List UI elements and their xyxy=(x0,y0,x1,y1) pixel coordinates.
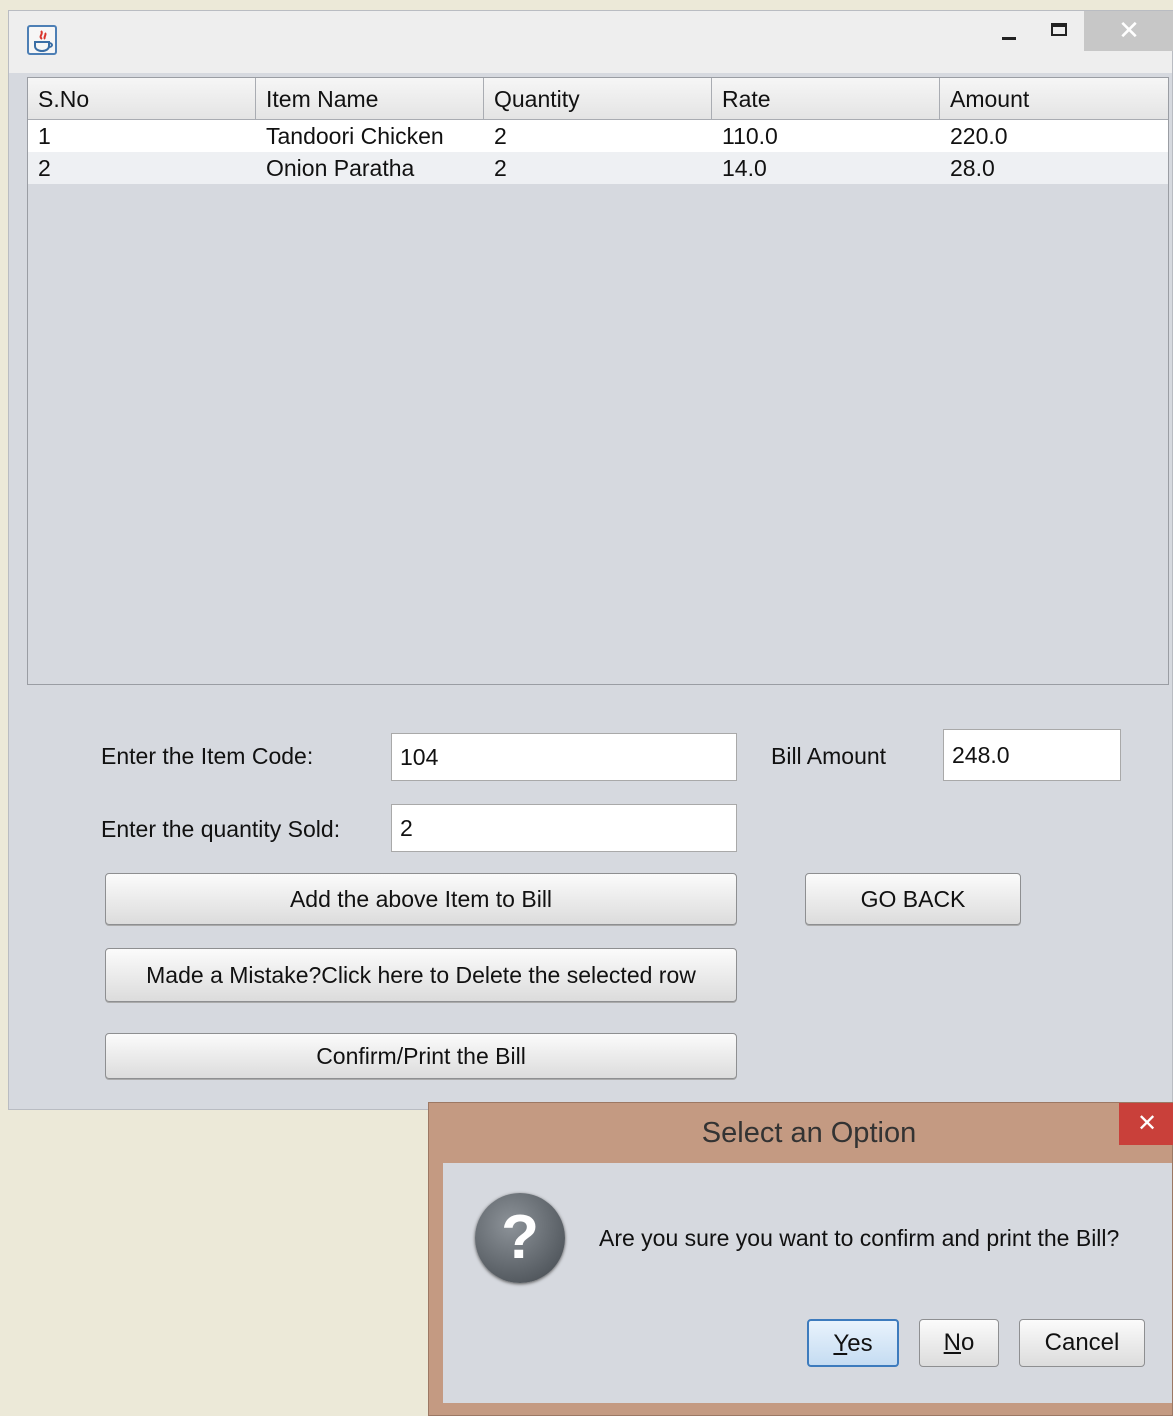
dialog-message: Are you sure you want to confirm and pri… xyxy=(599,1225,1120,1251)
table-cell: 2 xyxy=(494,155,507,181)
yes-button[interactable]: Yes xyxy=(807,1319,899,1367)
table-cell: 220.0 xyxy=(950,123,1008,149)
yes-label-rest: es xyxy=(847,1330,873,1357)
add-item-button[interactable]: Add the above Item to Bill xyxy=(105,873,737,925)
no-label-rest: o xyxy=(960,1329,975,1356)
dialog-body: ? Are you sure you want to confirm and p… xyxy=(443,1163,1172,1403)
column-header-amount[interactable]: Amount xyxy=(940,78,1168,120)
column-header-item-name[interactable]: Item Name xyxy=(256,78,484,120)
no-mnemonic: N xyxy=(943,1329,961,1356)
table-cell: 2 xyxy=(494,123,507,149)
go-back-button[interactable]: GO BACK xyxy=(805,873,1021,925)
column-header-rate[interactable]: Rate xyxy=(712,78,940,120)
table-cell: 2 xyxy=(38,155,51,181)
close-icon[interactable] xyxy=(1119,1103,1173,1145)
column-header-quantity[interactable]: Quantity xyxy=(484,78,712,120)
maximize-icon[interactable] xyxy=(1034,11,1084,51)
table-cell: 110.0 xyxy=(722,123,778,149)
yes-mnemonic: Y xyxy=(833,1330,848,1357)
question-icon: ? xyxy=(475,1193,565,1283)
main-window: S.No Item Name Quantity Rate Amount 1 Ta… xyxy=(8,10,1173,1110)
close-icon[interactable] xyxy=(1084,11,1173,51)
confirm-print-button[interactable]: Confirm/Print the Bill xyxy=(105,1033,737,1079)
dialog-title: Select an Option xyxy=(701,1117,917,1149)
table-header: S.No Item Name Quantity Rate Amount xyxy=(28,78,1168,120)
item-code-field[interactable]: 104 xyxy=(391,733,737,781)
quantity-label: Enter the quantity Sold: xyxy=(101,816,341,842)
bill-amount-label: Bill Amount xyxy=(771,743,887,769)
bill-items-table[interactable]: S.No Item Name Quantity Rate Amount 1 Ta… xyxy=(27,77,1169,685)
table-cell: Onion Paratha xyxy=(266,155,415,181)
no-button[interactable]: No xyxy=(919,1319,999,1367)
minimize-icon[interactable] xyxy=(984,11,1034,51)
table-cell: 14.0 xyxy=(722,155,767,181)
item-code-label: Enter the Item Code: xyxy=(101,743,314,769)
column-header-sno[interactable]: S.No xyxy=(28,78,256,120)
table-cell: 1 xyxy=(38,123,51,149)
confirm-dialog: Select an Option ? Are you sure you want… xyxy=(428,1102,1173,1416)
bill-amount-field[interactable]: 248.0 xyxy=(943,729,1121,781)
quantity-field[interactable]: 2 xyxy=(391,804,737,852)
java-app-icon xyxy=(27,25,57,55)
table-cell: Tandoori Chicken xyxy=(266,123,444,149)
cancel-button[interactable]: Cancel xyxy=(1019,1319,1145,1367)
title-bar xyxy=(9,11,1173,73)
table-cell: 28.0 xyxy=(950,155,995,181)
table-row[interactable]: 1 Tandoori Chicken 2 110.0 220.0 xyxy=(28,120,1168,152)
delete-row-button[interactable]: Made a Mistake?Click here to Delete the … xyxy=(105,948,737,1002)
table-row[interactable]: 2 Onion Paratha 2 14.0 28.0 xyxy=(28,152,1168,184)
